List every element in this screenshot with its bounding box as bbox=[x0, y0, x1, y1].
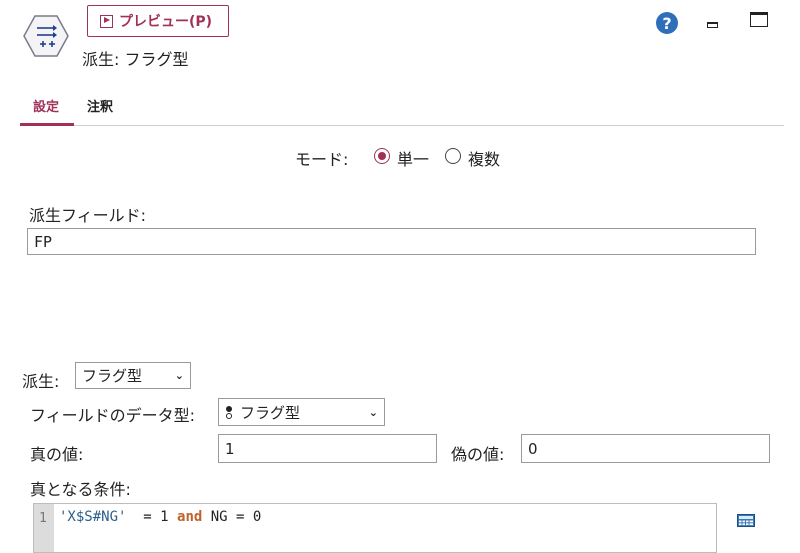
maximize-icon[interactable] bbox=[750, 12, 768, 27]
preview-button[interactable]: プレビュー(P) bbox=[87, 5, 229, 37]
line-number: 1 bbox=[39, 511, 47, 526]
derive-as-label: 派生: bbox=[22, 372, 60, 391]
tab-annotations[interactable]: 注釈 bbox=[87, 96, 113, 115]
true-value-input[interactable]: 1 bbox=[218, 434, 437, 463]
code-line[interactable]: 'X$S#NG' = 1 and NG = 0 bbox=[59, 509, 261, 525]
mode-multiple-radio[interactable] bbox=[445, 148, 461, 164]
mode-label: モード: bbox=[295, 150, 349, 169]
false-value-label: 偽の値: bbox=[451, 445, 505, 464]
code-rest-token: NG = 0 bbox=[202, 509, 262, 525]
derive-field-label: 派生フィールド: bbox=[29, 206, 147, 225]
play-icon bbox=[100, 14, 113, 28]
false-value-input[interactable]: 0 bbox=[521, 434, 770, 463]
preview-button-label: プレビュー(P) bbox=[119, 14, 213, 30]
derive-as-value: フラグ型 bbox=[82, 367, 143, 385]
derive-field-input[interactable]: FP bbox=[27, 228, 756, 255]
code-keyword-token: and bbox=[177, 509, 203, 525]
field-type-select[interactable]: フラグ型 ⌄ bbox=[218, 398, 385, 426]
flag-type-icon bbox=[225, 405, 234, 420]
tab-divider bbox=[20, 125, 784, 126]
code-string-token: 'X$S#NG' bbox=[59, 509, 127, 525]
derive-as-select[interactable]: フラグ型 ⌄ bbox=[75, 362, 191, 389]
derive-node-icon bbox=[23, 15, 69, 57]
true-value-label: 真の値: bbox=[30, 445, 84, 464]
mode-single-label[interactable]: 単一 bbox=[397, 146, 429, 170]
mode-single-radio[interactable] bbox=[374, 148, 390, 164]
chevron-down-icon: ⌄ bbox=[368, 405, 378, 419]
field-type-label: フィールドのデータ型: bbox=[30, 406, 196, 425]
chevron-down-icon: ⌄ bbox=[174, 369, 184, 382]
condition-expression-editor[interactable]: 1 'X$S#NG' = 1 and NG = 0 bbox=[33, 503, 717, 553]
help-icon[interactable]: ? bbox=[656, 12, 678, 34]
mode-multiple-label[interactable]: 複数 bbox=[468, 146, 500, 170]
minimize-icon[interactable] bbox=[707, 22, 718, 28]
node-title: 派生: フラグ型 bbox=[82, 50, 189, 69]
expression-builder-icon[interactable] bbox=[737, 514, 755, 527]
active-tab-indicator bbox=[20, 123, 74, 126]
condition-label: 真となる条件: bbox=[30, 480, 131, 499]
field-type-value: フラグ型 bbox=[240, 403, 301, 422]
code-operator-token: = 1 bbox=[126, 509, 178, 525]
tab-settings[interactable]: 設定 bbox=[33, 96, 59, 115]
